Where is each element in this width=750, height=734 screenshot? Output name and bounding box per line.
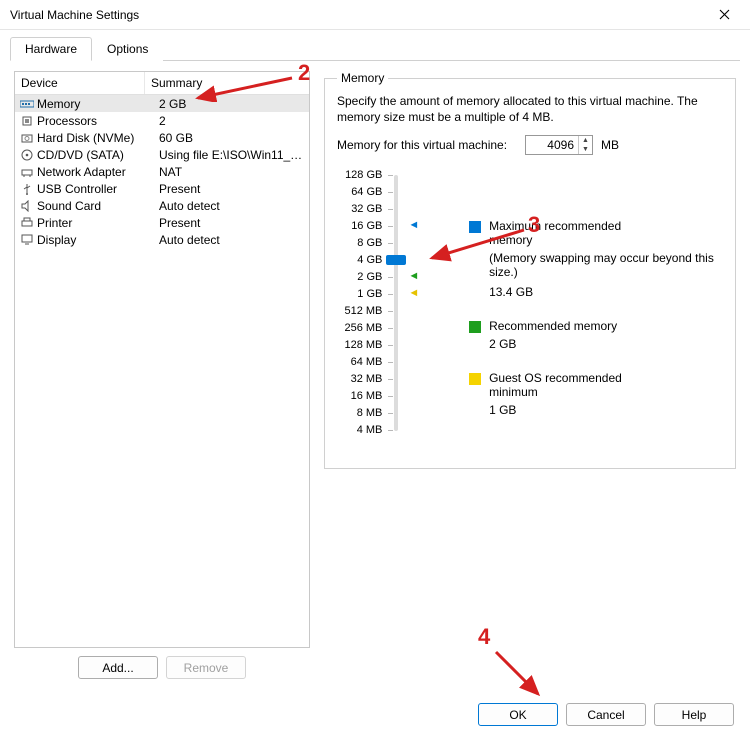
device-summary: 60 GB: [159, 131, 305, 145]
tab-hardware[interactable]: Hardware: [10, 37, 92, 61]
swatch-min-icon: [469, 373, 481, 385]
tick-label: 64 MB: [337, 354, 388, 371]
device-row-display[interactable]: DisplayAuto detect: [15, 231, 309, 248]
device-row-cd[interactable]: CD/DVD (SATA)Using file E:\ISO\Win11_Chi…: [15, 146, 309, 163]
legend-min-label: Guest OS recommended minimum: [489, 371, 659, 399]
legend-min-value: 1 GB: [489, 403, 723, 417]
tick-label: 1 GB: [337, 286, 388, 303]
memory-unit: MB: [601, 138, 619, 152]
tick-label: 32 GB: [337, 201, 388, 218]
device-row-printer[interactable]: PrinterPresent: [15, 214, 309, 231]
dialog-button-bar: OK Cancel Help: [478, 703, 734, 726]
device-summary: Auto detect: [159, 199, 305, 213]
legend-rec-value: 2 GB: [489, 337, 723, 351]
ok-button[interactable]: OK: [478, 703, 558, 726]
device-name: Network Adapter: [37, 165, 159, 179]
titlebar: Virtual Machine Settings: [0, 0, 750, 30]
device-name: CD/DVD (SATA): [37, 148, 159, 162]
slider-tick-labels: 128 GB64 GB32 GB16 GB8 GB4 GB2 GB1 GB512…: [337, 167, 388, 439]
marker-recommended-icon: ◄: [408, 270, 419, 282]
tab-bar: Hardware Options: [0, 30, 750, 60]
device-name: Display: [37, 233, 159, 247]
device-row-memory[interactable]: Memory2 GB: [15, 95, 309, 112]
device-summary: 2 GB: [159, 97, 305, 111]
tick-label: 8 GB: [337, 235, 388, 252]
col-header-summary[interactable]: Summary: [145, 72, 309, 94]
tick-label: 32 MB: [337, 371, 388, 388]
close-icon: [719, 9, 730, 20]
remove-button: Remove: [166, 656, 246, 679]
marker-max-icon: ◄: [408, 219, 419, 231]
memory-description: Specify the amount of memory allocated t…: [337, 93, 723, 125]
cd-icon: [19, 149, 35, 161]
memory-spinner[interactable]: ▲ ▼: [525, 135, 593, 155]
tick-label: 8 MB: [337, 405, 388, 422]
tick-label: 4 MB: [337, 422, 388, 439]
tick-label: 64 GB: [337, 184, 388, 201]
spinner-down-icon[interactable]: ▼: [579, 145, 592, 154]
device-summary: 2: [159, 114, 305, 128]
device-row-disk[interactable]: Hard Disk (NVMe)60 GB: [15, 129, 309, 146]
device-row-sound[interactable]: Sound CardAuto detect: [15, 197, 309, 214]
memory-legend-area: Maximum recommended memory (Memory swapp…: [469, 167, 723, 439]
printer-icon: [19, 217, 35, 229]
memory-input[interactable]: [526, 138, 578, 152]
list-header: Device Summary: [15, 72, 309, 95]
device-name: USB Controller: [37, 182, 159, 196]
usb-icon: [19, 183, 35, 195]
swatch-max-icon: [469, 221, 481, 233]
tick-label: 16 GB: [337, 218, 388, 235]
memory-slider[interactable]: ◄ ◄ ◄: [388, 167, 425, 439]
slider-thumb[interactable]: [386, 255, 406, 265]
device-summary: Present: [159, 216, 305, 230]
cancel-button[interactable]: Cancel: [566, 703, 646, 726]
device-row-net[interactable]: Network AdapterNAT: [15, 163, 309, 180]
sound-icon: [19, 200, 35, 212]
device-name: Sound Card: [37, 199, 159, 213]
tick-label: 256 MB: [337, 320, 388, 337]
device-row-usb[interactable]: USB ControllerPresent: [15, 180, 309, 197]
memory-icon: [19, 99, 35, 109]
spinner-up-icon[interactable]: ▲: [579, 136, 592, 145]
tick-label: 4 GB: [337, 252, 388, 269]
legend-max-note: (Memory swapping may occur beyond this s…: [489, 251, 723, 279]
device-summary: Present: [159, 182, 305, 196]
device-name: Processors: [37, 114, 159, 128]
close-button[interactable]: [704, 1, 744, 29]
cpu-icon: [19, 115, 35, 127]
tab-options[interactable]: Options: [92, 37, 163, 61]
tick-label: 2 GB: [337, 269, 388, 286]
device-list[interactable]: Device Summary Memory2 GBProcessors2Hard…: [14, 71, 310, 648]
col-header-device[interactable]: Device: [15, 72, 145, 94]
tick-label: 128 GB: [337, 167, 388, 184]
legend-rec-label: Recommended memory: [489, 319, 617, 333]
help-button[interactable]: Help: [654, 703, 734, 726]
memory-legend: Memory: [337, 71, 388, 85]
legend-max-value: 13.4 GB: [489, 285, 723, 299]
device-name: Hard Disk (NVMe): [37, 131, 159, 145]
window-title: Virtual Machine Settings: [10, 8, 704, 22]
device-name: Memory: [37, 97, 159, 111]
memory-fieldset: Memory Specify the amount of memory allo…: [324, 71, 736, 469]
tick-label: 128 MB: [337, 337, 388, 354]
net-icon: [19, 166, 35, 178]
add-button[interactable]: Add...: [78, 656, 158, 679]
device-summary: NAT: [159, 165, 305, 179]
marker-min-icon: ◄: [408, 287, 419, 299]
tick-label: 512 MB: [337, 303, 388, 320]
swatch-rec-icon: [469, 321, 481, 333]
memory-input-label: Memory for this virtual machine:: [337, 138, 517, 152]
disk-icon: [19, 132, 35, 144]
tick-label: 16 MB: [337, 388, 388, 405]
device-row-cpu[interactable]: Processors2: [15, 112, 309, 129]
device-summary: Auto detect: [159, 233, 305, 247]
display-icon: [19, 234, 35, 246]
legend-max-label: Maximum recommended memory: [489, 219, 659, 247]
device-summary: Using file E:\ISO\Win11_Chi...: [159, 148, 305, 162]
device-name: Printer: [37, 216, 159, 230]
